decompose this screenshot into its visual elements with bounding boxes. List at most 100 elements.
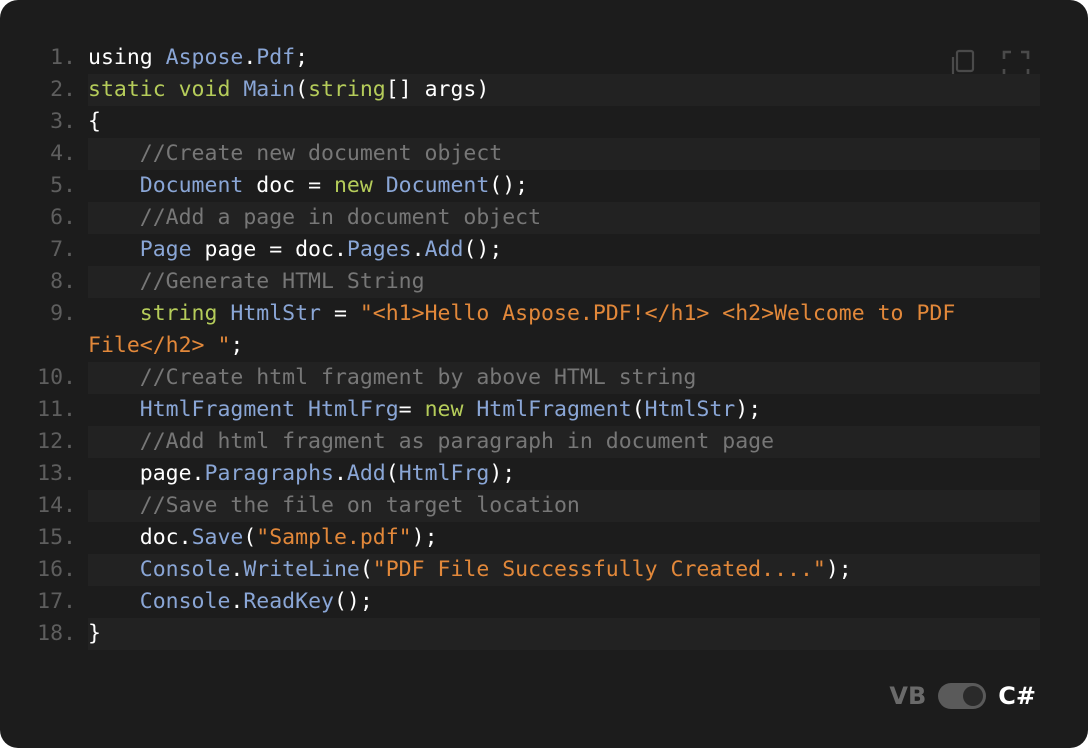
code-token: . bbox=[230, 557, 244, 582]
line-number: 9. bbox=[50, 301, 76, 326]
line-number: 15. bbox=[37, 525, 76, 550]
line-number: 10. bbox=[37, 365, 76, 390]
code-text: //Generate HTML String bbox=[76, 266, 1028, 298]
code-line: 14. //Save the file on target location bbox=[0, 490, 1088, 522]
code-token: ); bbox=[489, 461, 516, 486]
line-number: 1. bbox=[50, 45, 76, 70]
code-text: //Add html fragment as paragraph in docu… bbox=[76, 426, 1028, 458]
code-token: page = doc. bbox=[191, 237, 347, 262]
code-line: 6. //Add a page in document object bbox=[0, 202, 1088, 234]
code-token: . bbox=[333, 461, 347, 486]
line-number: 2. bbox=[50, 77, 76, 102]
code-token: Document bbox=[139, 173, 244, 198]
code-line: 1. using Aspose.Pdf; bbox=[0, 42, 1088, 74]
code-text: } bbox=[76, 618, 1028, 650]
csharp-label[interactable]: C# bbox=[998, 682, 1036, 710]
code-text: //Create new document object bbox=[76, 138, 1028, 170]
code-token: ( bbox=[243, 525, 257, 550]
code-token: HtmlFrg bbox=[398, 461, 490, 486]
code-text: //Create html fragment by above HTML str… bbox=[76, 362, 1028, 394]
code-text: //Save the file on target location bbox=[76, 490, 1028, 522]
code-token: Add bbox=[424, 237, 464, 262]
code-line: 3. { bbox=[0, 106, 1088, 138]
code-text: page.Paragraphs.Add(HtmlFrg); bbox=[76, 458, 1028, 490]
code-text: Console.ReadKey(); bbox=[76, 586, 1028, 618]
language-switch: VB C# bbox=[889, 682, 1036, 710]
code-token: doc. bbox=[88, 525, 192, 550]
code-token: ( bbox=[359, 557, 373, 582]
code-token: ( bbox=[385, 461, 399, 486]
code-token: (); bbox=[333, 589, 373, 614]
code-text: string HtmlStr = "<h1>Hello Aspose.PDF!<… bbox=[76, 298, 1008, 362]
code-token: HtmlFragment HtmlFrg bbox=[139, 397, 399, 422]
code-snippet-panel: 1. using Aspose. Pdf; 2. static void Main(st… bbox=[0, 0, 1088, 748]
code-line: 7. Page page = doc.Pages.Add(); bbox=[0, 234, 1088, 266]
code-text: Page page = doc.Pages.Add(); bbox=[76, 234, 1028, 266]
code-token: Add bbox=[346, 461, 386, 486]
code-line: 11. HtmlFragment HtmlFrg= new HtmlFragme… bbox=[0, 394, 1088, 426]
code-token: ReadKey bbox=[243, 589, 334, 614]
code-token: [] args) bbox=[385, 77, 490, 102]
code-token: = bbox=[398, 397, 425, 422]
code-token: . bbox=[230, 589, 244, 614]
code-token: ); bbox=[411, 525, 438, 550]
code-token: //Add a page in document object bbox=[88, 205, 542, 230]
code-token: Document bbox=[385, 173, 490, 198]
code-text: Console.WriteLine("PDF File Successfully… bbox=[76, 554, 1028, 586]
code-token: //Add html fragment as paragraph in docu… bbox=[88, 429, 775, 454]
code-line: 2. static void Main(string[] args) bbox=[0, 74, 1088, 106]
code-token: HtmlStr bbox=[644, 397, 736, 422]
code-token: //Create html fragment by above HTML str… bbox=[88, 365, 697, 390]
code-token: string bbox=[308, 77, 386, 102]
line-number: 11. bbox=[37, 397, 76, 422]
code-token: string bbox=[139, 301, 231, 326]
code-text: Document doc = new Document(); bbox=[76, 170, 1028, 202]
code-token: page. bbox=[88, 461, 205, 486]
language-toggle[interactable] bbox=[938, 683, 987, 709]
code-token: Pages bbox=[346, 237, 412, 262]
code-token: { bbox=[88, 109, 101, 134]
line-number: 5. bbox=[50, 173, 76, 198]
line-number: 8. bbox=[50, 269, 76, 294]
line-number: 17. bbox=[37, 589, 76, 614]
code-token: . bbox=[411, 237, 425, 262]
code-token: Console bbox=[139, 589, 231, 614]
code-token: HtmlFragment bbox=[476, 397, 632, 422]
line-number: 14. bbox=[37, 493, 76, 518]
code-token: "PDF File Successfully Created...." bbox=[372, 557, 826, 582]
code-token: = bbox=[321, 301, 360, 326]
code-line: 15. doc.Save("Sample.pdf"); bbox=[0, 522, 1088, 554]
code-line: 8. //Generate HTML String bbox=[0, 266, 1088, 298]
code-token: "Sample.pdf" bbox=[256, 525, 412, 550]
code-line: 5. Document doc = new Document(); bbox=[0, 170, 1088, 202]
code-token: ( bbox=[295, 77, 309, 102]
code-line: 4. //Create new document object bbox=[0, 138, 1088, 170]
vb-label[interactable]: VB bbox=[889, 682, 926, 710]
code-text: static void Main(string[] args) bbox=[76, 74, 1028, 106]
line-number: 6. bbox=[50, 205, 76, 230]
code-block[interactable]: 1. using Aspose. Pdf; 2. static void Main(st… bbox=[0, 42, 1088, 650]
code-token: Aspose bbox=[165, 45, 244, 70]
toggle-knob bbox=[963, 686, 984, 706]
code-token: Pdf bbox=[256, 45, 296, 70]
code-line: 16. Console.WriteLine("PDF File Successf… bbox=[0, 554, 1088, 586]
code-token: WriteLine bbox=[243, 557, 360, 582]
code-token: using bbox=[88, 45, 166, 70]
code-token: Console bbox=[139, 557, 231, 582]
line-number: 18. bbox=[37, 621, 76, 646]
line-number: 16. bbox=[37, 557, 76, 582]
code-token: } bbox=[88, 621, 101, 646]
code-token: ; bbox=[230, 333, 244, 358]
code-token: ( bbox=[631, 397, 645, 422]
code-line: 10. //Create html fragment by above HTML… bbox=[0, 362, 1088, 394]
code-token: doc = bbox=[243, 173, 334, 198]
line-number: 4. bbox=[50, 141, 76, 166]
code-token: new bbox=[424, 397, 477, 422]
line-number: 13. bbox=[37, 461, 76, 486]
code-line: 17. Console.ReadKey(); bbox=[0, 586, 1088, 618]
code-token: Paragraphs bbox=[204, 461, 334, 486]
